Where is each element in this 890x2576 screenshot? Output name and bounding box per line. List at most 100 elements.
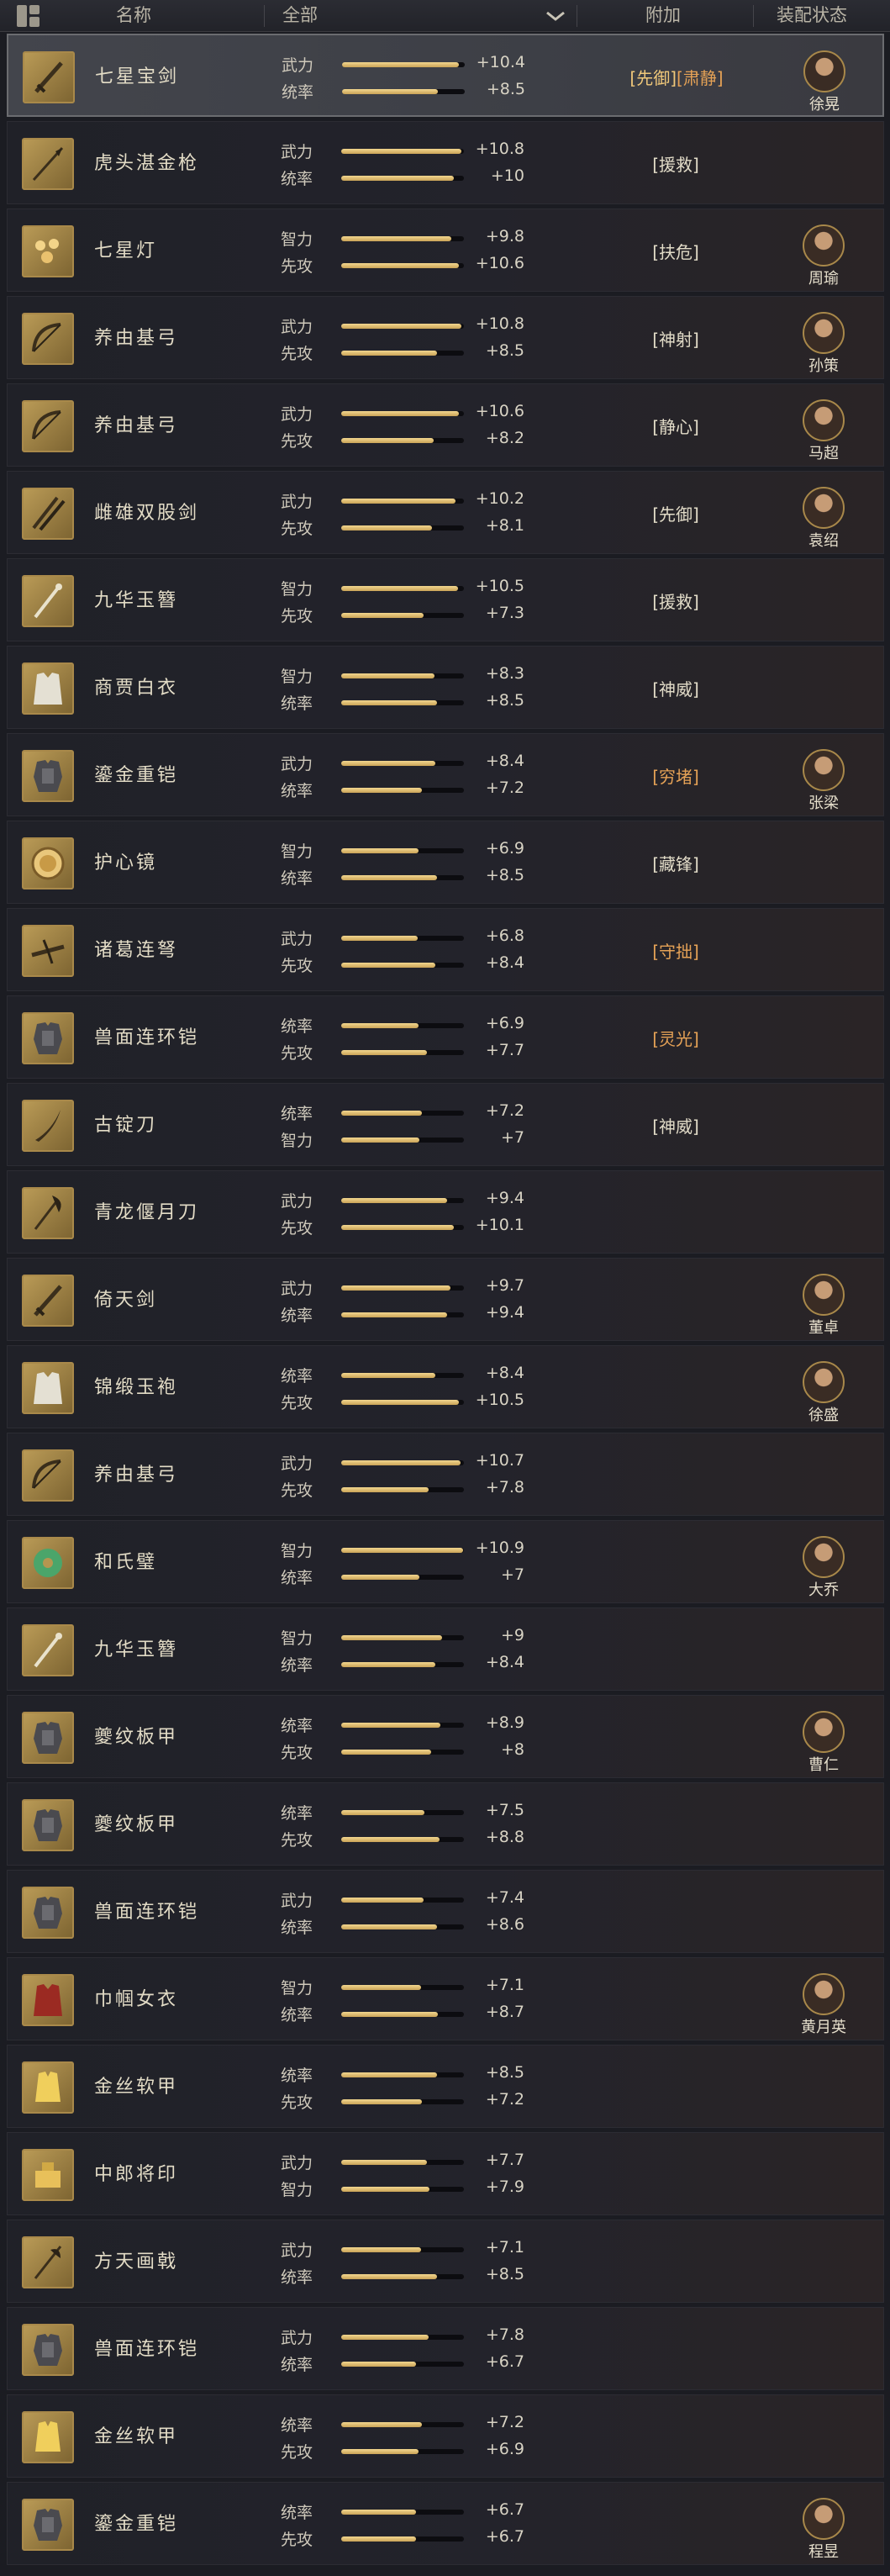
stat-value: +10.5 (475, 1391, 524, 1409)
equipment-row[interactable]: 金丝软甲 统率 +8.5 先攻 +7.2 (7, 2045, 884, 2128)
equipment-row[interactable]: 金丝软甲 统率 +7.2 先攻 +6.9 (7, 2394, 884, 2478)
chevron-down-icon[interactable] (543, 8, 568, 24)
equipment-row[interactable]: 虎头湛金枪 武力 +10.8 统率 +10 [援救] (7, 121, 884, 204)
stat-bar (341, 1460, 464, 1465)
equipment-row[interactable]: 青龙偃月刀 武力 +9.4 先攻 +10.1 (7, 1170, 884, 1254)
equipment-row[interactable]: 七星宝剑 武力 +10.4 统率 +8.5 [先御][肃静] 徐晃 (7, 34, 884, 117)
stat-label: 统率 (281, 2416, 313, 2435)
equipment-row[interactable]: 雌雄双股剑 武力 +10.2 先攻 +8.1 [先御] 袁绍 (7, 471, 884, 554)
skill-tag: [先御] (652, 504, 699, 525)
armor-icon (34, 760, 62, 792)
stat-label: 先攻 (281, 520, 313, 538)
equipped-general-name: 徐晃 (809, 96, 840, 113)
stat-line: 先攻 +10.1 (281, 1216, 533, 1238)
equipment-row[interactable]: 方天画戟 武力 +7.1 统率 +8.5 (7, 2220, 884, 2303)
equipment-row[interactable]: 锦缎玉袍 统率 +8.4 先攻 +10.5 徐盛 (7, 1345, 884, 1428)
equipment-row[interactable]: 中郎将印 武力 +7.7 智力 +7.9 (7, 2132, 884, 2215)
equipment-name: 锦缎玉袍 (94, 1377, 179, 1398)
equipment-thumbnail (22, 1537, 74, 1589)
stat-label: 统率 (281, 1919, 313, 1937)
filter-dropdown-label[interactable]: 全部 (282, 0, 318, 32)
equipment-thumbnail (22, 837, 74, 889)
grid-view-icon[interactable] (17, 5, 40, 27)
extra-skill: [援救] (587, 589, 764, 613)
equipment-row[interactable]: 兽面连环铠 武力 +7.4 统率 +8.6 (7, 1870, 884, 1953)
seal-icon (35, 2162, 61, 2188)
robe-icon (34, 673, 62, 705)
equipment-thumbnail (22, 1012, 74, 1064)
equipment-row[interactable]: 兽面连环铠 武力 +7.8 统率 +6.7 (7, 2307, 884, 2390)
equipment-row[interactable]: 七星灯 智力 +9.8 先攻 +10.6 [扶危] 周瑜 (7, 209, 884, 292)
equipment-row[interactable]: 诸葛连弩 武力 +6.8 先攻 +8.4 [守拙] (7, 908, 884, 991)
stat-value: +6.9 (485, 2440, 524, 2458)
stat-value: +8.6 (485, 1915, 524, 1934)
equipment-name: 虎头湛金枪 (94, 153, 200, 174)
stat-label: 先攻 (281, 957, 313, 975)
equipment-row[interactable]: 九华玉簪 智力 +9 统率 +8.4 (7, 1607, 884, 1691)
armor-icon (34, 2334, 62, 2366)
stat-bar (341, 613, 464, 618)
equipment-row[interactable]: 养由基弓 武力 +10.7 先攻 +7.8 (7, 1433, 884, 1516)
skill-tag: [援救] (652, 155, 699, 175)
equipment-row[interactable]: 倚天剑 武力 +9.7 统率 +9.4 董卓 (7, 1258, 884, 1341)
equipment-row[interactable]: 鎏金重铠 武力 +8.4 统率 +7.2 [穷堵] 张梁 (7, 733, 884, 816)
stat-label: 武力 (281, 493, 313, 511)
stat-bar-fill (342, 89, 438, 94)
stat-bar-fill (341, 848, 419, 853)
equipment-row[interactable]: 鎏金重铠 统率 +6.7 先攻 +6.7 程昱 (7, 2482, 884, 2565)
status-column-header: 装配状态 (777, 5, 847, 25)
stat-label: 先攻 (281, 2093, 313, 2112)
table-header: 名称 全部 附加 装配状态 (0, 0, 890, 32)
stat-value: +7.9 (485, 2177, 524, 2196)
stat-line: 先攻 +8.1 (281, 516, 533, 538)
stat-value: +6.9 (485, 1014, 524, 1032)
equipment-name: 兽面连环铠 (94, 1902, 200, 1923)
stat-bar (341, 1750, 464, 1755)
stat-bar (341, 1985, 464, 1990)
stat-label: 统率 (281, 2504, 313, 2522)
stat-line: 先攻 +7.2 (281, 2090, 533, 2112)
stat-value: +9.7 (485, 1276, 524, 1295)
equipment-thumbnail (22, 1100, 74, 1152)
stat-value: +8.7 (485, 2003, 524, 2021)
stat-bar (341, 2510, 464, 2515)
stat-bar-fill (341, 1575, 420, 1580)
equipment-row[interactable]: 古锭刀 统率 +7.2 智力 +7 [神威] (7, 1083, 884, 1166)
stat-value: +9.4 (485, 1303, 524, 1322)
stat-value: +10.9 (475, 1539, 524, 1557)
stat-value: +8.2 (485, 429, 524, 447)
stat-bar (342, 89, 465, 94)
equipped-general-name: 孙策 (808, 357, 839, 375)
stat-bar (341, 875, 464, 880)
equipment-row[interactable]: 巾帼女衣 智力 +7.1 统率 +8.7 黄月英 (7, 1957, 884, 2040)
equipment-row[interactable]: 夔纹板甲 统率 +7.5 先攻 +8.8 (7, 1782, 884, 1866)
stat-label: 统率 (281, 2268, 313, 2287)
equipment-row[interactable]: 和氏璧 智力 +10.9 统率 +7 大乔 (7, 1520, 884, 1603)
stat-value: +9 (500, 1626, 524, 1644)
equipment-row[interactable]: 养由基弓 武力 +10.8 先攻 +8.5 [神射] 孙策 (7, 296, 884, 379)
stat-bar-fill (341, 2510, 417, 2515)
stat-bar (341, 1575, 464, 1580)
equipment-thumbnail (22, 1974, 74, 2026)
equipment-row[interactable]: 养由基弓 武力 +10.6 先攻 +8.2 [静心] 马超 (7, 383, 884, 467)
general-avatar (803, 399, 845, 441)
stat-value: +7.2 (485, 2090, 524, 2109)
stat-label: 先攻 (281, 257, 313, 276)
name-column-header[interactable]: 名称 (116, 0, 151, 32)
stat-bar-fill (341, 761, 436, 766)
equipment-row[interactable]: 商贾白衣 智力 +8.3 统率 +8.5 [神威] (7, 646, 884, 729)
stat-line: 武力 +7.1 (281, 2238, 533, 2260)
lamp-icon (35, 239, 59, 263)
equipment-row[interactable]: 夔纹板甲 统率 +8.9 先攻 +8 曹仁 (7, 1695, 884, 1778)
stat-bar (341, 1662, 464, 1667)
armor-icon (34, 1722, 62, 1754)
stat-bar (341, 2274, 464, 2279)
equipment-row[interactable]: 护心镜 智力 +6.9 统率 +8.5 [藏锋] (7, 821, 884, 904)
stat-label: 智力 (281, 1132, 313, 1150)
stat-value: +8.1 (485, 516, 524, 535)
stat-line: 智力 +7 (281, 1128, 533, 1150)
equipment-row[interactable]: 九华玉簪 智力 +10.5 先攻 +7.3 [援救] (7, 558, 884, 641)
equipment-row[interactable]: 兽面连环铠 统率 +6.9 先攻 +7.7 [灵光] (7, 995, 884, 1079)
stat-value: +8.5 (485, 691, 524, 710)
stat-bar-fill (341, 176, 455, 181)
